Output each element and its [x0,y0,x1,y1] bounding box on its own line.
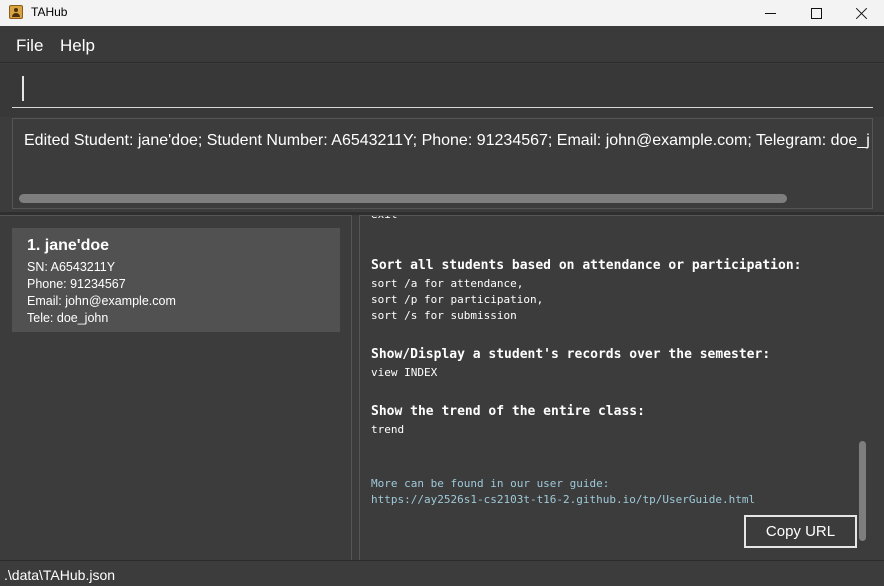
text-caret [22,76,24,101]
close-icon [855,7,868,20]
horizontal-scrollbar[interactable] [17,193,868,204]
vertical-scroll-thumb[interactable] [859,441,866,541]
trend-line: trend [371,423,405,436]
minimize-button[interactable] [747,0,793,26]
close-button[interactable] [838,0,884,26]
student-phone: Phone: 91234567 [27,277,126,291]
status-bar: .\data\TAHub.json [0,560,884,586]
copy-url-button[interactable]: Copy URL [744,515,857,548]
menu-bar: File Help [0,26,884,63]
maximize-button[interactable] [793,0,839,26]
help-panel: exit Sort all students based on attendan… [359,215,884,560]
menu-help[interactable]: Help [60,36,95,56]
command-box [0,64,884,117]
result-message: Edited Student: jane'doe; Student Number… [24,132,870,149]
sort-line: sort /p for participation, [371,293,544,306]
student-name: 1. jane'doe [27,237,110,254]
view-heading: Show/Display a student's records over th… [371,347,771,362]
app-icon [9,5,23,19]
maximize-icon [810,7,822,19]
command-input[interactable] [12,72,873,108]
student-email: Email: john@example.com [27,294,176,308]
sort-heading: Sort all students based on attendance or… [371,258,802,273]
user-guide-url[interactable]: https://ay2526s1-cs2103t-t16-2.github.io… [371,493,755,506]
student-number: SN: A6543211Y [27,260,116,274]
view-line: view INDEX [371,366,438,379]
student-card[interactable]: 1. jane'doe SN: A6543211Y Phone: 9123456… [12,228,340,332]
window-title: TAHub [31,5,68,19]
student-list-panel: 1. jane'doe SN: A6543211Y Phone: 9123456… [0,215,352,560]
student-telegram: Tele: doe_john [27,311,109,325]
title-bar: TAHub [0,0,884,26]
sort-line: sort /s for submission [371,309,517,322]
horizontal-scroll-thumb[interactable] [19,194,787,203]
sort-line: sort /a for attendance, [371,277,524,290]
minimize-icon [764,12,776,14]
help-partial-line: exit [371,216,398,221]
data-file-path: .\data\TAHub.json [4,567,116,583]
user-guide-intro: More can be found in our user guide: [371,477,610,490]
menu-file[interactable]: File [16,36,43,56]
trend-heading: Show the trend of the entire class: [371,404,645,419]
result-display: Edited Student: jane'doe; Student Number… [12,118,873,209]
